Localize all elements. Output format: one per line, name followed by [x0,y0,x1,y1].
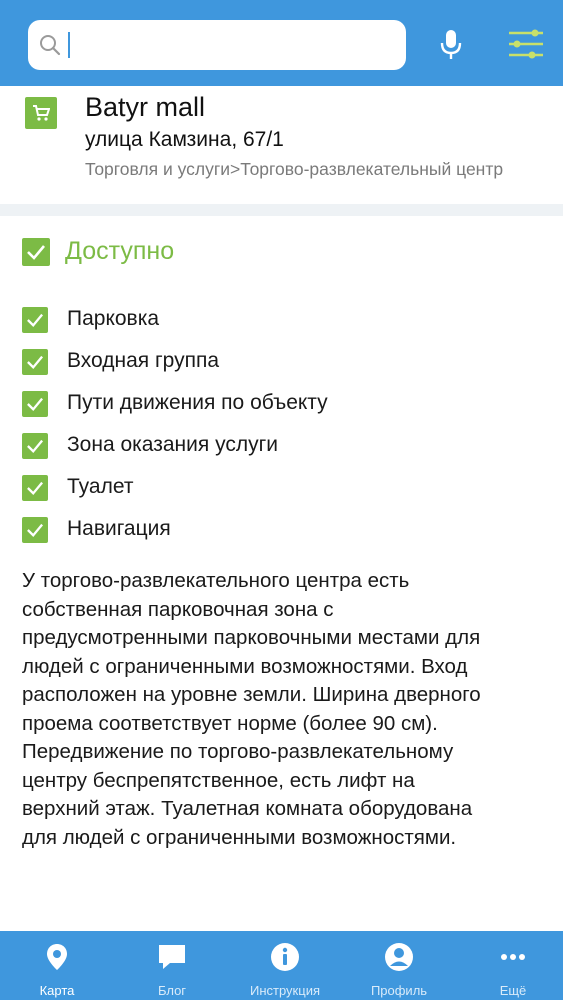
search-icon [40,35,61,56]
nav-label: Карта [39,983,75,998]
shopping-cart-icon [25,97,57,129]
nav-label: Блог [157,983,187,998]
accessibility-description: У торгово-развлекательного центра есть с… [22,567,552,852]
info-icon [271,943,299,971]
feature-label: Пути движения по объекту [67,391,328,414]
place-address: улица Камзина, 67/1 [85,128,284,151]
feature-item-parking: Парковка [22,304,542,346]
checkmark-icon [22,307,48,333]
more-icon [501,954,525,960]
nav-label: Профиль [370,983,428,998]
nav-item-map[interactable]: Карта [2,931,112,1000]
feature-label: Зона оказания услуги [67,433,278,456]
checkmark-icon [22,391,48,417]
checkmark-icon [22,238,50,266]
description-line: верхний этаж. Туалетная комната оборудов… [22,797,473,820]
nav-item-instructions[interactable]: Инструкция [230,931,340,1000]
checkmark-icon [22,517,48,543]
feature-item-toilet: Туалет [22,472,542,514]
nav-item-blog[interactable]: Блог [117,931,227,1000]
place-name: Batyr mall [85,92,206,122]
nav-label: Ещё [499,983,527,998]
microphone-icon[interactable] [438,28,464,62]
feature-item-entrance: Входная группа [22,346,542,388]
description-line: центру беспрепятственное, есть лифт на [22,768,415,792]
description-line: расположен на уровне земли. Ширина дверн… [22,683,481,706]
feature-list: Парковка Входная группа Пути движения по… [22,304,542,556]
nav-item-more[interactable]: Ещё [458,931,563,1000]
search-box[interactable] [28,20,406,70]
text-caret [68,32,70,58]
description-line: собственная парковочная зона с [22,597,334,621]
description-line: для людей с ограниченными возможностями. [22,825,457,849]
map-pin-icon [47,944,67,970]
place-category: Торговля и услуги>Торгово-развлекательны… [85,159,504,179]
top-bar [0,0,563,86]
nav-label: Инструкция [250,983,320,998]
section-divider [0,204,563,216]
filter-icon[interactable] [506,28,546,60]
description-line: У торгово-развлекательного центра есть [22,569,410,592]
feature-item-service-zone: Зона оказания услуги [22,430,542,472]
feature-label: Парковка [67,307,160,330]
place-header: Batyr mall улица Камзина, 67/1 Торговля … [0,86,563,204]
chat-bubble-icon [159,945,185,969]
bottom-nav: Карта Блог Инструкция Профиль Ещё [0,931,563,1000]
feature-label: Навигация [67,517,171,540]
description-line: предусмотренными парковочными местами дл… [22,626,481,649]
description-line: проема соответствует норме (более 90 см)… [22,711,438,735]
checkmark-icon [22,433,48,459]
feature-label: Туалет [67,475,134,498]
feature-label: Входная группа [67,349,220,372]
availability-label: Доступно [65,237,175,265]
profile-icon [385,943,413,971]
description-line: людей с ограниченными возможностями. Вхо… [22,654,468,678]
description-line: Передвижение по торгово-развлекательному [22,740,454,763]
nav-item-profile[interactable]: Профиль [344,931,454,1000]
feature-item-paths: Пути движения по объекту [22,388,542,430]
search-input[interactable] [74,28,398,64]
feature-item-navigation: Навигация [22,514,542,556]
checkmark-icon [22,349,48,375]
checkmark-icon [22,475,48,501]
